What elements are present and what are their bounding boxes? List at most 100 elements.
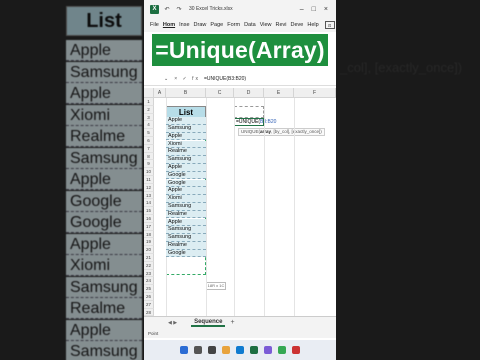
list-cell[interactable]: Google: [166, 171, 206, 180]
ribbon-tab-deve[interactable]: Deve: [291, 22, 304, 28]
list-cell[interactable]: Apple: [166, 187, 206, 196]
row-header[interactable]: 4: [144, 121, 154, 130]
list-cell[interactable]: Apple: [166, 218, 206, 227]
row-header[interactable]: 11: [144, 176, 154, 184]
list-cell[interactable]: Realme: [166, 148, 206, 157]
row-header[interactable]: 1: [144, 98, 154, 106]
row-header[interactable]: 15: [144, 207, 154, 215]
gridline: [264, 98, 265, 328]
start-icon[interactable]: [180, 346, 188, 354]
column-header-f[interactable]: F: [294, 88, 336, 98]
window-controls: – □ ×: [300, 6, 328, 13]
excel-window: X ↶ ↷ 30 Excel Tricks.xlsx – □ × File Hom…: [144, 0, 336, 360]
row-header[interactable]: 27: [144, 300, 154, 309]
chrome-icon[interactable]: [278, 346, 286, 354]
background-tooltip-text: _col], [exactly_once]): [340, 60, 463, 75]
row-header[interactable]: 22: [144, 261, 154, 270]
row-header[interactable]: 10: [144, 168, 154, 176]
formula-bar: ⌄ × ✓ fx =UNIQUE(B3:B20): [144, 72, 336, 86]
formula-bar-icons[interactable]: × ✓ fx: [174, 76, 200, 82]
ribbon-tab-hom[interactable]: Hom: [163, 22, 175, 28]
row-header[interactable]: 26: [144, 293, 154, 301]
column-header-e[interactable]: E: [264, 88, 294, 98]
list-cell[interactable]: Samsung: [166, 226, 206, 235]
list-cell[interactable]: Realme: [166, 210, 206, 219]
row-header[interactable]: 14: [144, 199, 154, 208]
row-header[interactable]: 23: [144, 269, 154, 278]
row-header[interactable]: 18: [144, 230, 154, 239]
redo-icon[interactable]: ↷: [175, 5, 183, 13]
row-header[interactable]: 21: [144, 254, 154, 262]
active-cell-editor[interactable]: =UNIQUE(B3:B20: [234, 118, 276, 126]
ribbon-tab-file[interactable]: File: [150, 22, 159, 28]
window-title: 30 Excel Tricks.xlsx: [189, 6, 233, 12]
undo-icon[interactable]: ↶: [163, 5, 171, 13]
file-explorer-icon[interactable]: [222, 346, 230, 354]
column-header-b[interactable]: B: [166, 88, 206, 98]
background-right: _col], [exactly_once]): [336, 0, 480, 360]
row-header[interactable]: 9: [144, 160, 154, 169]
background-list-cell: Google: [66, 190, 142, 212]
task-view-icon[interactable]: [208, 346, 216, 354]
column-header-a[interactable]: A: [154, 88, 166, 98]
search-icon[interactable]: [194, 346, 202, 354]
background-right-sheet: _col], [exactly_once]): [336, 0, 480, 360]
row-header[interactable]: 16: [144, 215, 154, 223]
ribbon-tab-inse[interactable]: Inse: [179, 22, 189, 28]
row-header[interactable]: 8: [144, 152, 154, 161]
row-header[interactable]: 17: [144, 222, 154, 231]
list-cell[interactable]: Apple: [166, 117, 206, 125]
row-header[interactable]: 24: [144, 277, 154, 286]
sheet-nav-arrows[interactable]: ◀ ▶: [168, 320, 177, 326]
list-cell[interactable]: Samsung: [166, 234, 206, 242]
row-header[interactable]: 2: [144, 105, 154, 114]
row-header[interactable]: 7: [144, 144, 154, 153]
row-header[interactable]: 6: [144, 137, 154, 145]
row-header[interactable]: 13: [144, 191, 154, 200]
formula-input[interactable]: =UNIQUE(B3:B20): [204, 76, 246, 82]
background-list-cell: Apple: [66, 319, 142, 341]
add-sheet-icon[interactable]: +: [230, 319, 234, 326]
background-left: List Apple Samsung Apple Xiomi Realme Samsung…: [0, 0, 144, 360]
ribbon-tab-draw[interactable]: Draw: [194, 22, 207, 28]
worksheet-grid[interactable]: List =UNIQUE(B3:B20 UNIQUE(array, [by_co…: [144, 88, 336, 328]
row-header[interactable]: 20: [144, 246, 154, 254]
app-icon[interactable]: [292, 346, 300, 354]
row-header[interactable]: 12: [144, 183, 154, 192]
row-header[interactable]: 5: [144, 129, 154, 137]
tab-sequence[interactable]: Sequence: [191, 319, 226, 327]
background-list-cell: Samsung: [66, 341, 142, 360]
chevron-down-icon[interactable]: ⌄: [164, 76, 168, 82]
ribbon-tab-data[interactable]: Data: [244, 22, 256, 28]
list-cell[interactable]: Apple: [166, 132, 206, 141]
close-icon[interactable]: ×: [324, 6, 328, 13]
list-cell[interactable]: Xiomi: [166, 140, 206, 149]
ribbon-tab-form[interactable]: Form: [227, 22, 240, 28]
background-list-cell: Apple: [66, 40, 142, 61]
list-cell[interactable]: Xiomi: [166, 195, 206, 203]
ribbon-tab-help[interactable]: Help: [307, 22, 318, 28]
gridline: [294, 98, 295, 328]
select-all-corner[interactable]: [144, 88, 154, 98]
list-cell[interactable]: Samsung: [166, 202, 206, 211]
ribbon-tab-revi[interactable]: Revi: [276, 22, 287, 28]
list-cell[interactable]: Samsung: [166, 124, 206, 133]
list-cell[interactable]: Samsung: [166, 156, 206, 164]
ribbon-tab-page[interactable]: Page: [210, 22, 223, 28]
teams-icon[interactable]: [264, 346, 272, 354]
comments-icon[interactable]: ⊡: [324, 21, 335, 29]
row-header[interactable]: 25: [144, 285, 154, 293]
row-header[interactable]: 3: [144, 113, 154, 122]
excel-taskbar-icon[interactable]: [250, 346, 258, 354]
row-header[interactable]: 19: [144, 238, 154, 247]
edge-icon[interactable]: [236, 346, 244, 354]
list-cell[interactable]: Apple: [166, 163, 206, 172]
list-cell[interactable]: Google: [166, 249, 206, 258]
column-header-d[interactable]: D: [234, 88, 264, 98]
maximize-icon[interactable]: □: [312, 6, 316, 13]
list-cell[interactable]: Google: [166, 179, 206, 188]
list-cell[interactable]: Realme: [166, 241, 206, 250]
ribbon-tab-view[interactable]: View: [260, 22, 272, 28]
column-header-c[interactable]: C: [206, 88, 234, 98]
minimize-icon[interactable]: –: [300, 6, 304, 13]
